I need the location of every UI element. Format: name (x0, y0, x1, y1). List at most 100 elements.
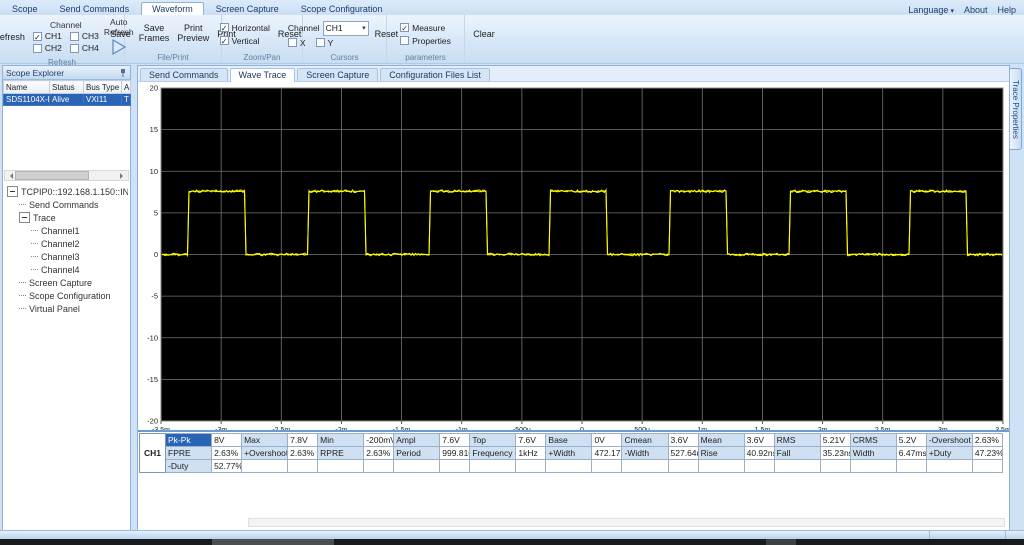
measure-label-cell[interactable]: Period (393, 446, 441, 460)
refresh-button[interactable]: Refresh (0, 30, 28, 44)
measure-value-cell[interactable]: 0V (591, 433, 623, 447)
save-button[interactable]: Save (107, 27, 134, 41)
cursor-channel-dropdown[interactable]: CH1 ▾ (322, 20, 369, 36)
measure-value-cell[interactable]: 3.6V (667, 433, 699, 447)
measure-label-cell[interactable]: Min (317, 433, 365, 447)
measure-label-cell[interactable]: FPRE (165, 446, 213, 460)
wave-plot[interactable]: 20151050-5-10-15-20-3.5m-3m-2.5m-2m-1.5m… (138, 82, 1011, 435)
tab-waveform[interactable]: Waveform (141, 2, 204, 15)
measure-label-cell[interactable]: CRMS (849, 433, 897, 447)
measure-label-cell[interactable] (621, 459, 669, 473)
ch1-checkbox[interactable]: ✓ CH1 (32, 31, 62, 42)
device-status[interactable]: Alive (49, 93, 84, 106)
measure-label-cell[interactable]: Base (545, 433, 593, 447)
ch3-checkbox[interactable]: CH3 (69, 31, 99, 41)
measure-value-cell[interactable]: 52.77% (211, 459, 243, 473)
measure-label-cell[interactable]: Rise (697, 446, 745, 460)
tree-expander-minus-icon[interactable] (19, 212, 30, 223)
measure-label-cell[interactable]: +Overshoot (241, 446, 289, 460)
measure-label-cell[interactable] (849, 459, 897, 473)
measure-value-cell[interactable]: 5.21V (819, 433, 851, 447)
measure-label-cell[interactable] (393, 459, 441, 473)
trace-properties-tab[interactable]: Trace Properties (1010, 68, 1022, 150)
measure-label-cell[interactable]: Width (849, 446, 897, 460)
measure-value-cell[interactable]: 7.6V (439, 433, 471, 447)
measure-label-cell[interactable]: Fall (773, 446, 821, 460)
measure-label-cell[interactable]: +Width (545, 446, 593, 460)
tree-item-channel1[interactable]: Channel1 (31, 224, 128, 237)
measure-label-cell[interactable] (925, 459, 973, 473)
doc-tab-send-commands[interactable]: Send Commands (140, 68, 228, 81)
measure-value-cell[interactable] (895, 459, 927, 473)
measure-value-cell[interactable]: 47.23% (971, 446, 1004, 460)
clear-button[interactable]: Clear (470, 27, 498, 41)
doc-tab-config-files[interactable]: Configuration Files List (380, 68, 490, 81)
about-menu[interactable]: About (964, 5, 988, 15)
device-name[interactable]: SDS1104X-E (3, 93, 50, 106)
measure-value-cell[interactable] (591, 459, 623, 473)
tree-expander-minus-icon[interactable] (7, 186, 18, 197)
measure-value-cell[interactable]: 527.64us (667, 446, 699, 460)
measure-value-cell[interactable] (667, 459, 699, 473)
tree-item-channel2[interactable]: Channel2 (31, 237, 128, 250)
measure-label-cell[interactable]: Max (241, 433, 289, 447)
cursor-y-checkbox[interactable]: Y (315, 38, 333, 48)
device-bus[interactable]: VXI11 (83, 93, 122, 106)
measure-label-cell[interactable] (241, 459, 289, 473)
measure-label-cell[interactable] (317, 459, 365, 473)
tree-item-root[interactable]: TCPIP0::192.168.1.150::INSTR (7, 185, 128, 198)
measure-label-cell[interactable]: RMS (773, 433, 821, 447)
measure-value-cell[interactable] (743, 459, 775, 473)
device-col-name[interactable]: Name (3, 80, 50, 94)
measure-label-cell[interactable]: +Duty (925, 446, 973, 460)
measure-value-cell[interactable]: 6.47ms (895, 446, 927, 460)
vertical-checkbox[interactable]: ✓ Vertical (219, 36, 270, 46)
measure-value-cell[interactable]: 1kHz (515, 446, 547, 460)
plot-table-splitter[interactable] (138, 430, 1009, 432)
channel-header-cell[interactable]: CH1 (138, 433, 167, 473)
scroll-right-icon[interactable] (120, 172, 126, 179)
measure-value-cell[interactable]: 2.63% (287, 446, 319, 460)
horizontal-checkbox[interactable]: ✓ Horizontal (219, 23, 270, 33)
measure-value-cell[interactable]: 472.17us (591, 446, 623, 460)
pin-icon[interactable] (119, 68, 127, 77)
main-horizontal-scrollbar[interactable] (248, 518, 1005, 527)
measure-label-cell[interactable]: Pk-Pk (165, 433, 213, 447)
save-frames-button[interactable]: Save Frames (136, 22, 173, 46)
tab-scope-configuration[interactable]: Scope Configuration (291, 3, 393, 15)
explorer-horizontal-scrollbar[interactable] (4, 170, 129, 181)
tree-item-virtual-panel[interactable]: Virtual Panel (19, 302, 128, 315)
device-address[interactable]: T (121, 93, 131, 106)
help-menu[interactable]: Help (997, 5, 1016, 15)
tree-item-screen-capture[interactable]: Screen Capture (19, 276, 128, 289)
measure-label-cell[interactable] (697, 459, 745, 473)
measure-label-cell[interactable]: Mean (697, 433, 745, 447)
measure-label-cell[interactable]: -Width (621, 446, 669, 460)
measure-value-cell[interactable]: -200mV (363, 433, 395, 447)
ch2-checkbox[interactable]: CH2 (32, 43, 62, 53)
measure-checkbox[interactable]: ✓ Measure (400, 23, 451, 33)
tree-item-send-commands[interactable]: Send Commands (19, 198, 128, 211)
measure-value-cell[interactable]: 7.8V (287, 433, 319, 447)
scroll-left-icon[interactable] (7, 172, 13, 179)
measure-value-cell[interactable]: 8V (211, 433, 243, 447)
device-row[interactable]: SDS1104X-E Alive VXI11 T (3, 93, 131, 106)
device-col-bustype[interactable]: Bus Type (83, 80, 122, 94)
measure-value-cell[interactable]: 40.92ns (743, 446, 775, 460)
tree-item-scope-configuration[interactable]: Scope Configuration (19, 289, 128, 302)
measure-value-cell[interactable]: 3.6V (743, 433, 775, 447)
measure-value-cell[interactable]: 5.2V (895, 433, 927, 447)
measure-value-cell[interactable]: 2.63% (211, 446, 243, 460)
doc-tab-screen-capture[interactable]: Screen Capture (297, 68, 379, 81)
device-col-address[interactable]: A (121, 80, 131, 94)
measure-value-cell[interactable]: 2.63% (363, 446, 395, 460)
measure-label-cell[interactable] (469, 459, 517, 473)
scrollbar-thumb[interactable] (15, 171, 89, 180)
measure-value-cell[interactable] (363, 459, 395, 473)
device-col-status[interactable]: Status (49, 80, 84, 94)
measure-value-cell[interactable] (439, 459, 471, 473)
measure-label-cell[interactable]: Frequency (469, 446, 517, 460)
measure-label-cell[interactable]: Ampl (393, 433, 441, 447)
tree-item-channel4[interactable]: Channel4 (31, 263, 128, 276)
measure-label-cell[interactable]: RPRE (317, 446, 365, 460)
